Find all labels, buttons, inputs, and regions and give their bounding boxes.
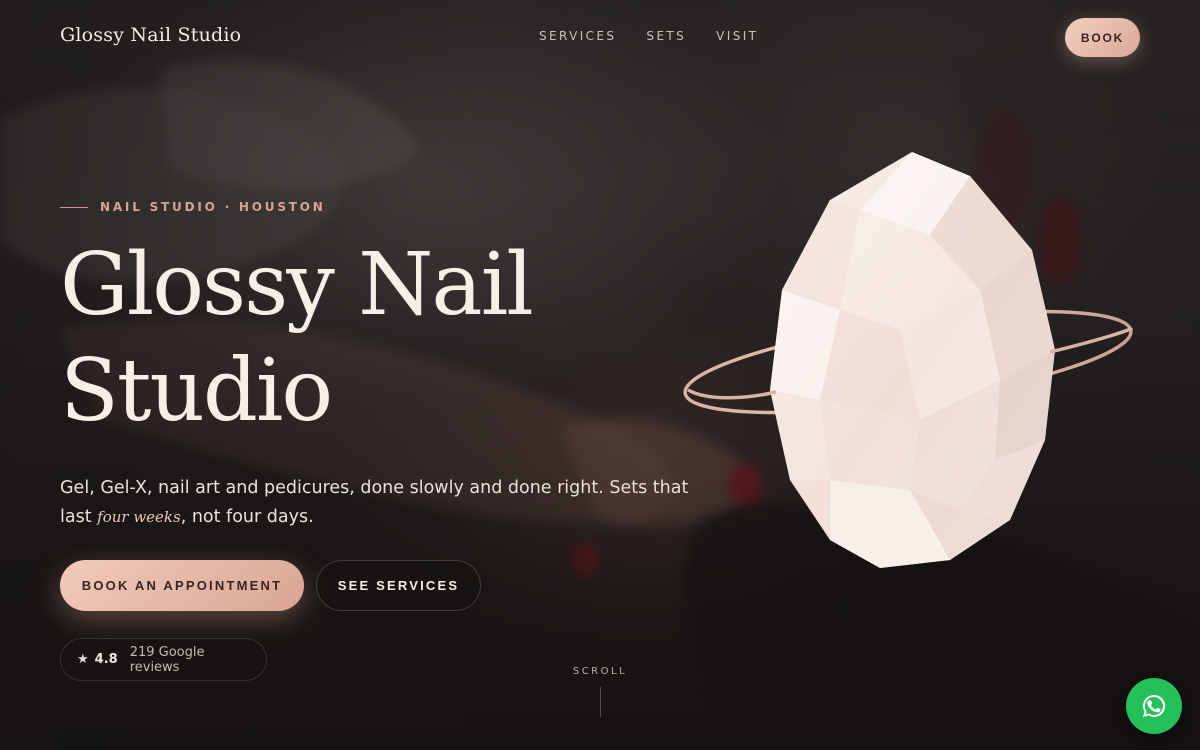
review-rating: 4.8 bbox=[94, 652, 118, 667]
header-book-button[interactable]: BOOK bbox=[1065, 18, 1140, 57]
eyebrow-divider bbox=[60, 206, 88, 208]
nav-link-visit[interactable]: VISIT bbox=[716, 29, 758, 43]
whatsapp-chat-button[interactable] bbox=[1126, 678, 1182, 734]
hero-description-part-2: , not four days. bbox=[180, 507, 314, 527]
see-services-button[interactable]: SEE SERVICES bbox=[316, 560, 481, 611]
hero-description: Gel, Gel-X, nail art and pedicures, done… bbox=[60, 474, 700, 532]
site-header: Glossy Nail Studio SERVICES SETS VISIT B… bbox=[0, 0, 1200, 74]
eyebrow-text: NAIL STUDIO · HOUSTON bbox=[100, 200, 326, 214]
reviews-badge[interactable]: ★ 4.8 219 Google reviews bbox=[60, 638, 267, 681]
scroll-line bbox=[599, 687, 601, 717]
gem-ring-graphic bbox=[683, 152, 1134, 568]
whatsapp-icon bbox=[1143, 694, 1166, 717]
hero-eyebrow: NAIL STUDIO · HOUSTON bbox=[60, 200, 326, 214]
review-count: 219 Google reviews bbox=[129, 644, 205, 675]
hero-title-line-2: Studio bbox=[60, 341, 333, 441]
hero-description-emphasis: four weeks bbox=[97, 508, 181, 526]
star-icon: ★ bbox=[77, 652, 89, 667]
hero-title-line-1: Glossy Nail bbox=[60, 235, 534, 335]
scroll-label: SCROLL bbox=[572, 666, 628, 677]
nav-link-services[interactable]: SERVICES bbox=[539, 29, 616, 43]
main-nav: SERVICES SETS VISIT bbox=[539, 29, 758, 43]
brand-logo[interactable]: Glossy Nail Studio bbox=[60, 24, 241, 46]
book-appointment-button[interactable]: BOOK AN APPOINTMENT bbox=[60, 560, 304, 611]
scroll-indicator[interactable]: SCROLL bbox=[572, 666, 628, 717]
hero-title: Glossy Nail Studio bbox=[60, 232, 620, 444]
nav-link-sets[interactable]: SETS bbox=[646, 29, 686, 43]
